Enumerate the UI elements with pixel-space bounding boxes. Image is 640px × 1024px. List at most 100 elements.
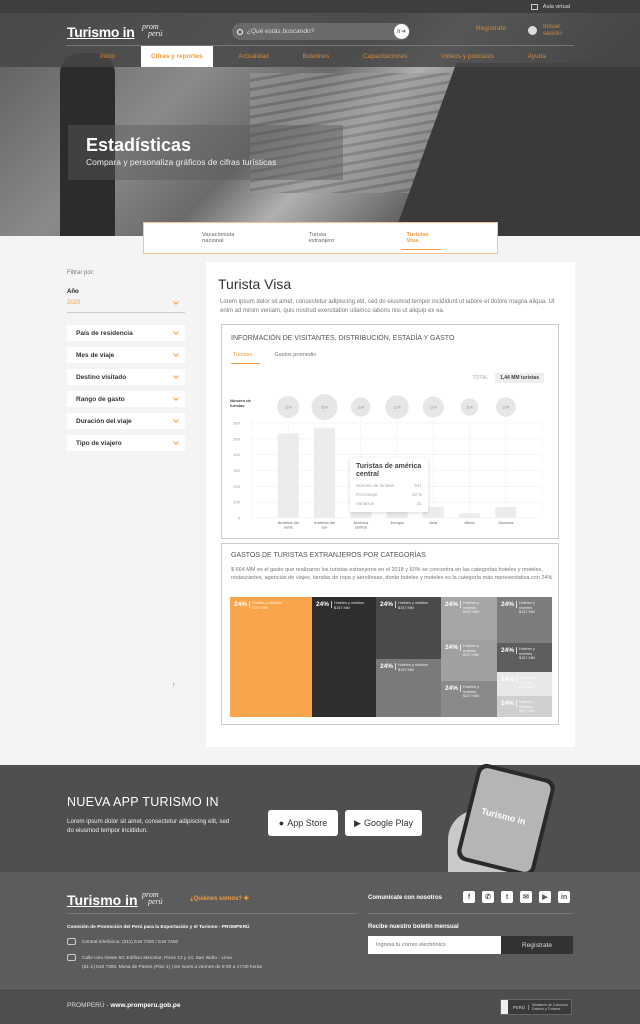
promperu-url-link[interactable]: www.promperu.gob.pe [110, 1002, 180, 1009]
y-tick-label: 100 [233, 500, 240, 505]
treemap-cell[interactable]: 24% Hoteles y moteles $157 MM [497, 643, 552, 672]
bubble-label: 11% [321, 406, 328, 410]
treemap-cell[interactable]: 24% Hoteles y moteles $157 MM [497, 597, 552, 643]
divider [67, 913, 357, 914]
chevron-down-icon [173, 299, 179, 305]
filters-panel: Filtrar por: Año 2020 País de residencia… [67, 270, 185, 451]
twitter-icon[interactable]: t [501, 891, 513, 903]
promperu-logo[interactable]: prom perú [142, 23, 163, 38]
aula-virtual-link[interactable]: Aula virtual [543, 4, 570, 10]
tab-vacacionista-nacional[interactable]: Vacacionista nacional [202, 232, 247, 244]
phone-icon [67, 938, 76, 945]
bar [459, 513, 480, 518]
footer-promperu-logo: prom perú [142, 890, 163, 906]
filter-duracion-del-viaje[interactable]: Duración del viaje [67, 413, 185, 429]
nav-actualidad[interactable]: Actualidad [230, 47, 276, 66]
quienes-somos-link[interactable]: ¿Quiénes somos? ✚ [190, 895, 249, 902]
nav-videos-y-podcasts[interactable]: Videos y podcasts [433, 47, 502, 66]
top-utility-bar: Aula virtual [0, 0, 640, 13]
treemap-cell[interactable]: 24% Hoteles y moteles $157 MM [441, 640, 497, 681]
divider [368, 913, 573, 914]
login-link[interactable]: Iniciar sesión [528, 23, 562, 37]
turismo-in-logo[interactable]: Turismo in [67, 24, 135, 40]
tooltip-title: Turistas de américa central [356, 463, 422, 478]
coat-of-arms-icon [501, 1000, 508, 1014]
bar [277, 433, 299, 518]
scroll-up-icon[interactable]: ↑ [172, 682, 176, 689]
nav-ayuda[interactable]: Ayuda [520, 47, 554, 66]
chevron-down-icon [173, 439, 179, 445]
tab-turista-extranjero[interactable]: Turista extranjero [309, 232, 345, 244]
apple-icon: ● [278, 818, 285, 828]
y-tick-label: 500 [233, 436, 240, 441]
spending-card: GASTOS DE TURISTAS EXTRANJEROS POR CATEG… [221, 543, 559, 725]
tab-turistas[interactable]: Turistas [231, 352, 261, 364]
building-icon [67, 954, 76, 961]
nav-boletines[interactable]: Boletines [295, 47, 338, 66]
google-play-button[interactable]: ▶ Google Play [345, 810, 422, 836]
treemap-cell[interactable]: 24% Hoteles y moteles $157 MM [441, 597, 497, 640]
page-subtitle: Compara y personaliza gráficos de cifras… [86, 157, 277, 167]
newsletter-register-button[interactable]: Regístrate [501, 936, 573, 954]
year-select[interactable]: 2020 [67, 299, 185, 313]
x-tick-label: Oceanía [498, 520, 514, 525]
register-link[interactable]: Regístrate [476, 25, 506, 32]
filter-pais-de-residencia[interactable]: País de residencia [67, 325, 185, 341]
nav-inicio[interactable]: Inicio [92, 47, 123, 66]
nav-capacitaciones[interactable]: Capacitaciones [355, 47, 415, 66]
whatsapp-icon[interactable]: ✆ [482, 891, 494, 903]
treemap-info: Hoteles y moteles $157 MM [463, 644, 479, 657]
mincetur-logo: PERÚ Ministerio de Comercio Exterior y T… [500, 999, 572, 1015]
treemap-percent: 24% [380, 601, 397, 608]
treemap-info: Hoteles y moteles $157 MM [519, 647, 535, 660]
phone-mockup: Turismo in [455, 761, 557, 879]
x-tick-label: África [464, 520, 475, 525]
total-value: 1,44 MM turistas [495, 373, 544, 383]
treemap-cell[interactable]: 24% Hoteles y moteles $157 MM [230, 597, 312, 717]
nav-cifras-y-reportes[interactable]: Cifras y reportes [140, 46, 213, 67]
treemap-info: Hoteles y moteles $157 MM [519, 676, 535, 689]
treemap-info: Hoteles y moteles $157 MM [463, 601, 479, 614]
address-contact: Calle Uno Oeste 50, Edificio Mincetur, P… [67, 954, 262, 972]
x-tick-label: norte [284, 525, 294, 530]
search-input[interactable]: ¿Qué estás buscando? Ir ➜ [232, 23, 410, 40]
email-icon[interactable]: ✉ [520, 891, 532, 903]
newsletter-email-input[interactable] [368, 936, 501, 954]
search-placeholder: ¿Qué estás buscando? [247, 28, 315, 35]
bottom-bar: PROMPERÚ - www.promperu.gob.pe PERÚ Mini… [0, 988, 640, 1024]
filter-rango-de-gasto[interactable]: Rango de gasto [67, 391, 185, 407]
treemap-cell[interactable]: 24% Hoteles y moteles $157 MM [376, 597, 441, 659]
year-label: Año [67, 289, 79, 295]
app-store-button[interactable]: ● App Store [268, 810, 338, 836]
tab-turistas-visa[interactable]: Turistas Visa [400, 232, 442, 250]
bubble-label: 11% [466, 406, 473, 410]
chart-tooltip: Turistas de américa central Número de tu… [350, 458, 428, 512]
treemap-cell[interactable]: 24% Hoteles y moteles $157 MM [497, 672, 552, 696]
filters-label: Filtrar por: [67, 270, 95, 276]
filter-tipo-de-viajero[interactable]: Tipo de viajero [67, 435, 185, 451]
section-description: Lorem ipsum dolor sit amet, consectetur … [220, 299, 555, 314]
treemap-cell[interactable]: 24% Hoteles y moteles $157 MM [441, 681, 497, 717]
facebook-icon[interactable]: f [463, 891, 475, 903]
treemap-info: Hoteles y moteles $157 MM [519, 601, 535, 614]
y-tick-label: 400 [233, 452, 240, 457]
tooltip-row: Variación 31 [356, 501, 422, 506]
footer-turismo-in-logo[interactable]: Turismo in [67, 892, 138, 908]
search-go-button[interactable]: Ir ➜ [394, 24, 409, 39]
treemap-cell[interactable]: 24% Hoteles y moteles $157 MM [312, 597, 376, 717]
tooltip-row: Porcentaje 43 % [356, 492, 422, 497]
app-promo-title: NUEVA APP TURISMO IN [67, 795, 219, 809]
plus-icon: ✚ [243, 896, 249, 902]
newsletter-label: Recibe nuestro boletín mensual [368, 924, 459, 930]
tab-gastos-promedio[interactable]: Gastos promedio [274, 352, 316, 364]
treemap-cell[interactable]: 24% Hoteles y moteles $157 MM [376, 659, 441, 717]
treemap-info: Hoteles y moteles $157 MM [398, 663, 429, 672]
app-promo-text: Lorem ipsum dolor sit amet, consectetur … [67, 818, 230, 834]
treemap-cell[interactable]: 24% Hoteles y moteles $157 MM [497, 696, 552, 717]
youtube-icon[interactable]: ▶ [539, 891, 551, 903]
linkedin-icon[interactable]: in [558, 891, 570, 903]
treemap-percent: 24% [501, 601, 518, 608]
filter-destino-visitado[interactable]: Destino visitado [67, 369, 185, 385]
filter-mes-de-viaje[interactable]: Mes de viaje [67, 347, 185, 363]
treemap-percent: 24% [445, 685, 462, 692]
